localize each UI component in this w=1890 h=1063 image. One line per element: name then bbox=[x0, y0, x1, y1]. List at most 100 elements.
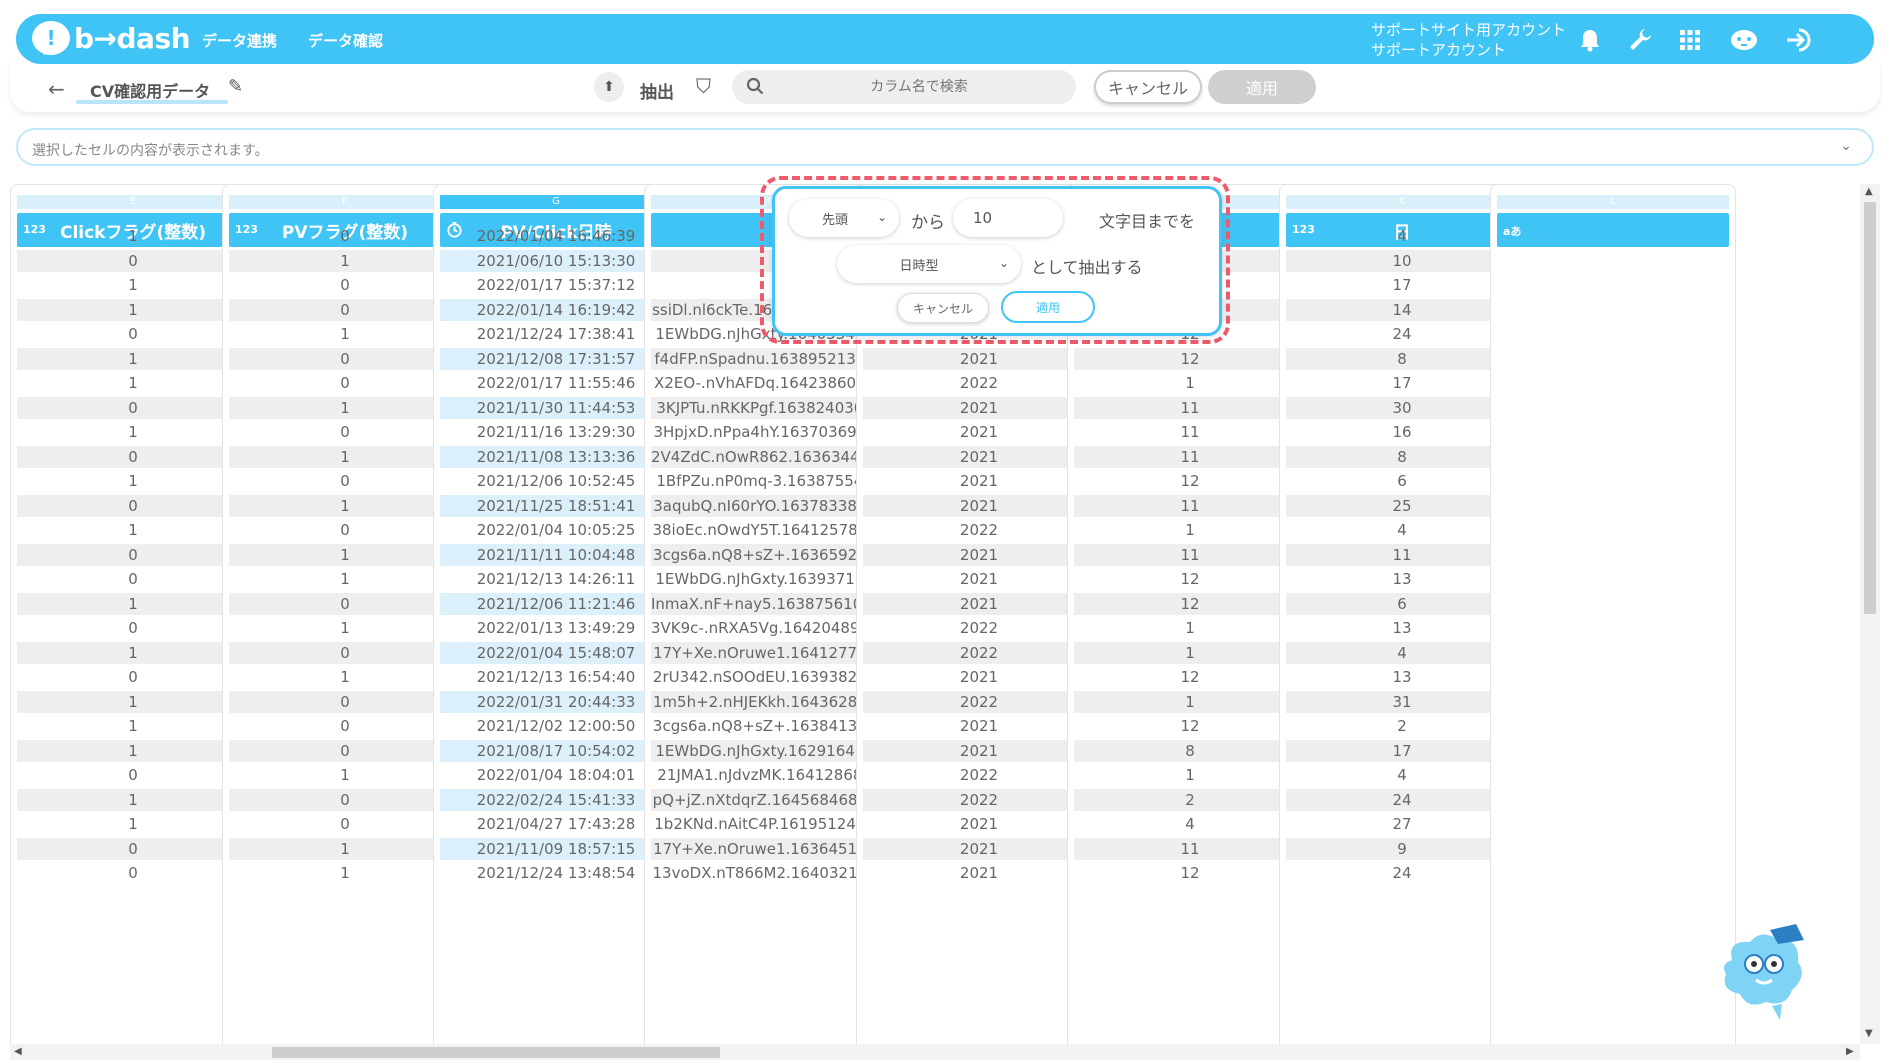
table-cell[interactable]: 3cgs6a.nQ8+sZ+.16365926... bbox=[651, 543, 883, 566]
table-cell[interactable]: 0 bbox=[17, 837, 249, 860]
table-cell[interactable]: 17Y+Xe.nOruwe1.16364514... bbox=[651, 837, 883, 860]
table-cell[interactable]: 1 bbox=[229, 323, 461, 345]
table-cell[interactable]: 2021/12/13 14:26:11 bbox=[440, 568, 672, 590]
table-cell[interactable]: 2 bbox=[1286, 715, 1518, 737]
popup-cancel-button[interactable]: キャンセル bbox=[897, 293, 989, 323]
logout-icon[interactable] bbox=[1784, 24, 1816, 56]
nav-data-check[interactable]: データ確認 bbox=[308, 30, 383, 51]
column-letter[interactable]: F bbox=[229, 195, 461, 209]
table-cell[interactable]: 1EWbDG.nJhGxty.16291647... bbox=[651, 739, 883, 762]
selected-cell-display[interactable]: 選択したセルの内容が表示されます。 ⌄ bbox=[16, 128, 1874, 166]
robot-icon[interactable] bbox=[1728, 24, 1760, 56]
table-cell[interactable]: 12 bbox=[1074, 568, 1306, 590]
table-cell[interactable]: 14 bbox=[1286, 298, 1518, 321]
table-cell[interactable]: 0 bbox=[17, 543, 249, 566]
table-cell[interactable]: 2021/12/24 17:38:41 bbox=[440, 323, 672, 345]
table-cell[interactable]: 1 bbox=[17, 592, 249, 615]
extract-icon[interactable]: ⬆ bbox=[594, 72, 624, 102]
table-cell[interactable]: 2021/04/27 17:43:28 bbox=[440, 813, 672, 835]
table-cell[interactable]: 2021 bbox=[863, 715, 1095, 737]
table-cell[interactable]: 17Y+Xe.nOruwe1.16412770... bbox=[651, 641, 883, 664]
table-cell[interactable]: 2021 bbox=[863, 347, 1095, 370]
pencil-icon[interactable]: ✎ bbox=[228, 76, 243, 97]
table-cell[interactable]: 1 bbox=[1074, 764, 1306, 786]
table-cell[interactable]: 0 bbox=[229, 347, 461, 370]
table-cell[interactable]: 0 bbox=[229, 813, 461, 835]
column-letter[interactable]: G bbox=[440, 195, 672, 209]
table-cell[interactable]: 0 bbox=[229, 690, 461, 713]
table-cell[interactable]: 10 bbox=[1286, 249, 1518, 272]
table-cell[interactable]: 2022/01/17 11:55:46 bbox=[440, 372, 672, 394]
table-cell[interactable]: 12 bbox=[1074, 862, 1306, 884]
table-cell[interactable]: 2021/11/09 18:57:15 bbox=[440, 837, 672, 860]
horizontal-scroll-thumb[interactable] bbox=[272, 1047, 720, 1058]
table-cell[interactable]: 0 bbox=[229, 715, 461, 737]
table-cell[interactable]: 25 bbox=[1286, 494, 1518, 517]
table-cell[interactable]: 2022/01/04 15:48:07 bbox=[440, 641, 672, 664]
table-cell[interactable]: 12 bbox=[1074, 592, 1306, 615]
table-cell[interactable]: 1 bbox=[1074, 372, 1306, 394]
bdash-logo[interactable]: ! b→dash bbox=[32, 21, 191, 55]
table-cell[interactable]: 2021 bbox=[863, 862, 1095, 884]
table-cell[interactable]: 24 bbox=[1286, 323, 1518, 345]
popup-apply-button[interactable]: 適用 bbox=[1001, 291, 1095, 323]
table-cell[interactable]: 0 bbox=[17, 249, 249, 272]
table-cell[interactable]: 2021/08/17 10:54:02 bbox=[440, 739, 672, 762]
table-cell[interactable]: 11 bbox=[1286, 543, 1518, 566]
table-cell[interactable]: 1 bbox=[229, 666, 461, 688]
table-cell[interactable]: 2022 bbox=[863, 690, 1095, 713]
table-cell[interactable]: 2022 bbox=[863, 788, 1095, 811]
table-cell[interactable]: 0 bbox=[17, 568, 249, 590]
table-cell[interactable]: 12 bbox=[1074, 470, 1306, 492]
table-cell[interactable]: 16 bbox=[1286, 421, 1518, 443]
table-cell[interactable]: 3cgs6a.nQ8+sZ+.16384134... bbox=[651, 715, 883, 737]
table-cell[interactable]: 24 bbox=[1286, 862, 1518, 884]
table-cell[interactable]: f4dFP.nSpadnu.1638952130... bbox=[651, 347, 883, 370]
table-cell[interactable]: 3KJPTu.nRKKPgf.163824030... bbox=[651, 396, 883, 419]
table-cell[interactable]: 1 bbox=[229, 494, 461, 517]
table-cell[interactable]: 2022/01/04 16:46:39 bbox=[440, 225, 672, 247]
table-cell[interactable]: 2rU342.nSOOdEU.16393820... bbox=[651, 666, 883, 688]
table-cell[interactable]: 1b2KNd.nAitC4P.161951241... bbox=[651, 813, 883, 835]
shield-icon[interactable]: ⛉ bbox=[696, 74, 711, 98]
table-cell[interactable]: InmaX.nF+nay5.1638756102... bbox=[651, 592, 883, 615]
table-cell[interactable]: 4 bbox=[1074, 813, 1306, 835]
mascot-icon[interactable] bbox=[1712, 920, 1812, 1020]
table-cell[interactable]: 2022 bbox=[863, 764, 1095, 786]
table-cell[interactable]: 0 bbox=[17, 323, 249, 345]
table-cell[interactable]: 21JMA1.nJdvzMK.16412868... bbox=[651, 764, 883, 786]
table-cell[interactable]: 13 bbox=[1286, 568, 1518, 590]
table-cell[interactable]: 2021 bbox=[863, 494, 1095, 517]
table-cell[interactable]: 2021 bbox=[863, 592, 1095, 615]
table-cell[interactable]: 0 bbox=[229, 519, 461, 541]
table-cell[interactable]: 2021/06/10 15:13:30 bbox=[440, 249, 672, 272]
extract-position-select[interactable]: 先頭 ⌄ bbox=[789, 199, 899, 237]
table-cell[interactable]: 2V4ZdC.nOwR862.16363448... bbox=[651, 445, 883, 468]
table-cell[interactable]: 2021/12/06 11:21:46 bbox=[440, 592, 672, 615]
table-cell[interactable]: 0 bbox=[229, 739, 461, 762]
table-cell[interactable]: 1EWbDG.nJhGxty.16393717... bbox=[651, 568, 883, 590]
column-letter[interactable]: L bbox=[1497, 195, 1729, 209]
table-cell[interactable]: 0 bbox=[229, 274, 461, 296]
table-cell[interactable]: 1 bbox=[229, 445, 461, 468]
table-cell[interactable]: 2021 bbox=[863, 666, 1095, 688]
table-cell[interactable]: 2022/01/31 20:44:33 bbox=[440, 690, 672, 713]
table-cell[interactable]: 1 bbox=[1074, 690, 1306, 713]
table-cell[interactable]: 11 bbox=[1074, 494, 1306, 517]
table-cell[interactable]: 11 bbox=[1074, 543, 1306, 566]
table-cell[interactable]: 1 bbox=[229, 543, 461, 566]
table-cell[interactable]: 2022 bbox=[863, 617, 1095, 639]
table-cell[interactable]: 13 bbox=[1286, 617, 1518, 639]
vertical-scrollbar[interactable]: ▲ ▼ bbox=[1860, 184, 1880, 1044]
table-cell[interactable]: 2021/12/06 10:52:45 bbox=[440, 470, 672, 492]
apps-grid-icon[interactable] bbox=[1674, 24, 1706, 56]
table-cell[interactable]: 12 bbox=[1074, 666, 1306, 688]
table-cell[interactable]: 2021/12/02 12:00:50 bbox=[440, 715, 672, 737]
table-cell[interactable]: 2022/02/24 15:41:33 bbox=[440, 788, 672, 811]
table-cell[interactable]: 1 bbox=[17, 298, 249, 321]
table-cell[interactable]: pQ+jZ.nXtdqrZ.1645684689... bbox=[651, 788, 883, 811]
table-cell[interactable]: 4 bbox=[1286, 641, 1518, 664]
scroll-left-icon[interactable]: ◀ bbox=[14, 1046, 22, 1057]
table-cell[interactable]: 1 bbox=[17, 274, 249, 296]
table-cell[interactable]: 6 bbox=[1286, 592, 1518, 615]
